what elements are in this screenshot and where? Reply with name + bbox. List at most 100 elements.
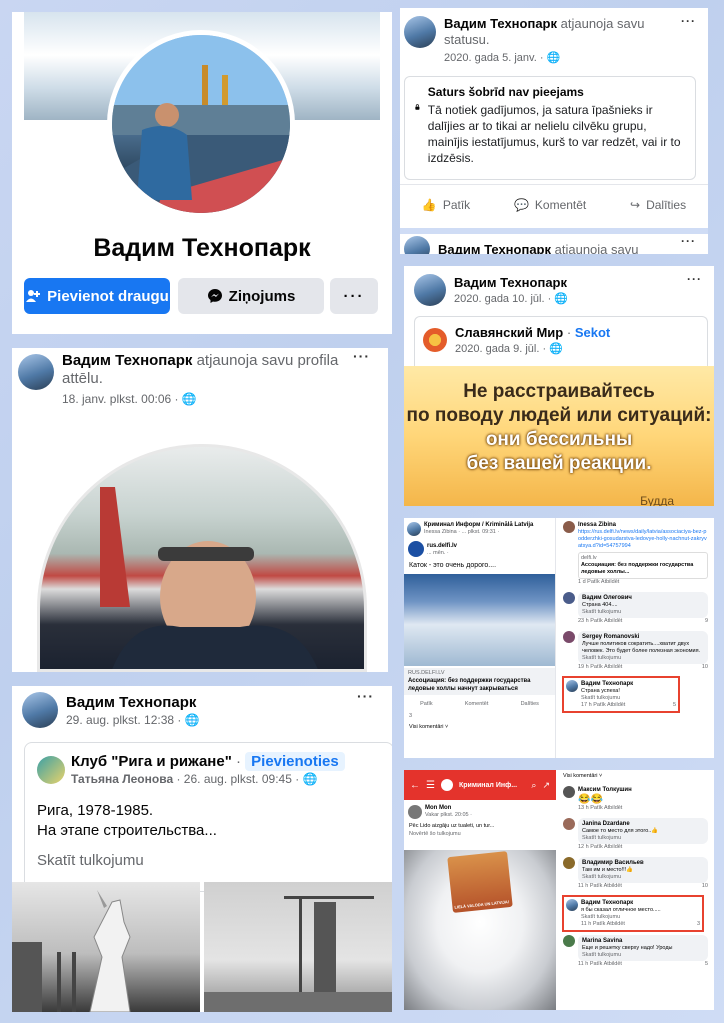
- notice-text: Tā notiek gadījumos, ja satura īpašnieks…: [427, 103, 681, 165]
- globe-icon: 🌐: [554, 293, 569, 305]
- reaction-count: 3: [409, 713, 413, 719]
- post-action-cont: statusu.: [444, 32, 490, 47]
- highlighted-comment: Вадим Технопарк я бы сказал отличное мест…: [562, 895, 704, 932]
- comment-icon: 💬: [513, 197, 529, 212]
- post-options-icon[interactable]: ···: [357, 688, 374, 704]
- crime-post-screenshot: Криминал Информ / Kriminālā Latvija Ines…: [404, 518, 714, 758]
- commenter-avatar[interactable]: [566, 680, 578, 692]
- group-avatar[interactable]: [440, 779, 453, 791]
- like-button[interactable]: 👍 Patīk: [422, 198, 470, 212]
- link-title[interactable]: Ассоциация: без поддержки государства ле…: [408, 677, 551, 693]
- share-button[interactable]: Dalīties: [521, 701, 539, 708]
- share-button[interactable]: ↪ Dalīties: [630, 198, 686, 212]
- campaign-poster: LIELĀ VALODA UN LATVIJA!: [447, 851, 513, 913]
- quote-line-3: они бессильны: [485, 429, 633, 450]
- profile-name: Вадим Технопарк: [93, 234, 311, 262]
- back-arrow-icon[interactable]: ←: [410, 780, 420, 791]
- more-options-button[interactable]: ···: [330, 278, 378, 314]
- post-timestamp[interactable]: 29. aug. plkst. 12:38 ·: [66, 713, 181, 727]
- see-translation-link[interactable]: Skatīt tulkojumu: [37, 851, 217, 871]
- group-name[interactable]: Криминал Информ / Kriminālā Latvija: [424, 521, 533, 529]
- historic-photo-2[interactable]: [204, 882, 392, 1012]
- author-name[interactable]: Вадим Технопарк: [454, 275, 568, 290]
- club-share-post: Вадим Технопарк 29. aug. plkst. 12:38 · …: [12, 686, 392, 1012]
- post-text-line-1: Рига, 1978-1985.: [37, 802, 154, 819]
- share-icon[interactable]: ↗: [542, 780, 550, 791]
- join-group-button[interactable]: Pievienoties: [245, 752, 345, 771]
- author-avatar[interactable]: [408, 804, 422, 819]
- commenter-avatar[interactable]: [563, 818, 575, 830]
- follow-button[interactable]: Sekot: [575, 325, 610, 340]
- search-icon[interactable]: ⌕: [531, 780, 536, 791]
- author-name[interactable]: Вадим Технопарк: [66, 694, 200, 711]
- commenter-avatar[interactable]: [563, 857, 575, 869]
- comment-button[interactable]: 💬 Komentēt: [514, 198, 586, 212]
- quote-image[interactable]: Не расстраивайтесь по поводу людей или с…: [404, 366, 714, 506]
- ice-rink-photo[interactable]: [404, 574, 555, 666]
- globe-icon: 🌐: [546, 52, 561, 64]
- post-timestamp[interactable]: 18. janv. plkst. 00:06 ·: [62, 392, 179, 406]
- commenter-avatar[interactable]: [563, 592, 575, 604]
- commenter-avatar[interactable]: [563, 786, 575, 798]
- group-avatar[interactable]: [37, 755, 65, 784]
- lock-icon: [415, 104, 420, 110]
- globe-icon: 🌐: [549, 343, 563, 355]
- thumbs-up-icon: 👍: [421, 197, 437, 212]
- all-comments-filter[interactable]: Visi komentāri ˅: [560, 770, 714, 783]
- author-avatar[interactable]: [22, 692, 58, 728]
- commenter-avatar[interactable]: [563, 521, 575, 533]
- page-name[interactable]: Славянский Мир: [455, 325, 563, 340]
- author-avatar[interactable]: [404, 236, 430, 254]
- post-options-icon[interactable]: ···: [353, 348, 370, 364]
- source-avatar[interactable]: [408, 541, 424, 557]
- content-unavailable-notice: Saturs šobrīd nav pieejams Tā notiek gad…: [404, 76, 696, 180]
- globe-icon: 🌐: [302, 772, 318, 786]
- status-update-post: Вадим Технопарк atjaunoja savu statusu. …: [400, 8, 708, 254]
- author-avatar[interactable]: [414, 274, 446, 306]
- post-text: Каток - это очень дорого....: [409, 562, 497, 569]
- post-text-line-2: На этапе строительства...: [37, 822, 217, 839]
- group-avatar[interactable]: [407, 521, 421, 536]
- post-text: Pēc Lido aizgāju uz tualeti, un tur...: [409, 823, 495, 829]
- message-button[interactable]: Ziņojums: [178, 278, 324, 314]
- group-name[interactable]: Клуб "Рига и рижане": [71, 753, 232, 770]
- menu-icon[interactable]: ☰: [426, 780, 435, 791]
- post-options-icon[interactable]: ···: [687, 272, 702, 286]
- profile-picture-image[interactable]: [37, 444, 367, 672]
- profile-avatar[interactable]: [107, 30, 295, 218]
- commenter-avatar[interactable]: [566, 899, 578, 911]
- all-comments-filter[interactable]: Visi komentāri ˅: [404, 722, 555, 733]
- quote-line-2: по поводу людей или ситуаций:: [406, 405, 712, 426]
- post-options-icon[interactable]: ···: [681, 14, 696, 28]
- quote-author: Будда: [640, 494, 674, 506]
- post-options-icon[interactable]: ···: [681, 234, 696, 248]
- comment-link[interactable]: https://rus.delfi.lv/news/daily/latvia/a…: [578, 529, 708, 550]
- original-poster[interactable]: Татьяна Леонова: [71, 772, 173, 786]
- comment-button[interactable]: Komentēt: [465, 701, 489, 708]
- post-timestamp[interactable]: 2020. gada 5. janv. ·: [444, 52, 543, 64]
- page-timestamp[interactable]: 2020. gada 9. jūl. ·: [455, 343, 546, 355]
- original-timestamp[interactable]: · 26. aug. plkst. 09:45 ·: [176, 772, 299, 786]
- like-button[interactable]: Patīk: [420, 701, 433, 708]
- toilet-post-screenshot: ← ☰ Криминал Инф... ⌕ ↗ Mon Mon Vakar pl…: [404, 770, 714, 1010]
- slavic-share-post: Вадим Технопарк 2020. gada 10. jūl. · 🌐 …: [404, 266, 714, 506]
- post-action: atjaunoja savu: [560, 16, 645, 31]
- historic-photo-1[interactable]: [12, 882, 200, 1012]
- shared-post-frame: Клуб "Рига и рижане" · Pievienoties Тать…: [24, 742, 392, 892]
- commenter-avatar[interactable]: [563, 631, 575, 643]
- source-name[interactable]: rus.delfi.lv: [427, 542, 457, 550]
- author-avatar[interactable]: [404, 16, 436, 48]
- page-logo-icon[interactable]: [423, 328, 447, 352]
- add-friend-button[interactable]: Pievienot draugu: [24, 278, 170, 314]
- rate-translation-link[interactable]: Novērtē šo tulkojumu: [404, 830, 556, 839]
- commenter-avatar[interactable]: [563, 935, 575, 947]
- author-name[interactable]: Вадим Технопарк: [444, 16, 557, 31]
- author-name[interactable]: Вадим Технопарк: [438, 242, 551, 255]
- author-avatar[interactable]: [18, 354, 54, 390]
- add-friend-label: Pievienot draugu: [47, 287, 169, 305]
- post-timestamp[interactable]: 2020. gada 10. jūl. ·: [454, 293, 551, 305]
- author-name[interactable]: Вадим Технопарк: [62, 352, 192, 369]
- share-icon: ↪: [630, 197, 641, 212]
- add-person-icon: [26, 290, 41, 302]
- notice-title: Saturs šobrīd nav pieejams: [427, 85, 584, 99]
